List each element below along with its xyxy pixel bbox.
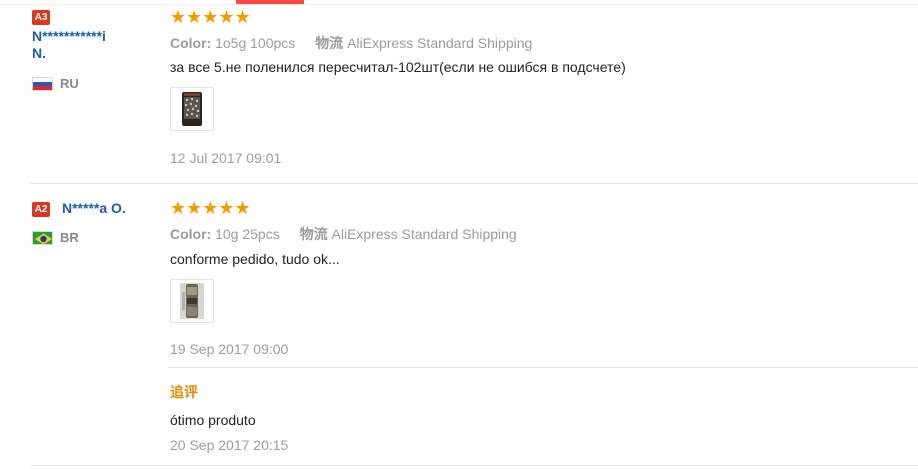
shipping-label: 物流	[315, 35, 344, 51]
buyer-country: BR	[32, 230, 79, 245]
brazil-flag-icon	[32, 230, 53, 245]
order-info: Color: 10g 25pcs 物流 AliExpress Standard …	[170, 224, 517, 244]
product-photo-image	[182, 92, 202, 126]
review-photo-thumbnail[interactable]	[170, 279, 214, 323]
shipping-value: AliExpress Standard Shipping	[347, 35, 533, 51]
review-date: 19 Sep 2017 09:00	[170, 341, 289, 357]
review-text: conforme pedido, tudo ok...	[170, 251, 340, 267]
country-code: BR	[60, 230, 79, 245]
buyer-level-badge: A2	[32, 202, 50, 217]
buyer-level-badge: A3	[32, 10, 50, 25]
country-code: RU	[60, 76, 79, 91]
order-info: Color: 1o5g 100pcs 物流 AliExpress Standar…	[170, 33, 532, 53]
star-rating: ★★★★★	[170, 198, 251, 218]
color-label: Color:	[170, 226, 212, 242]
review-item: A2 N*****a O. BR ★★★★★ Color: 10g 25pcs …	[0, 185, 918, 469]
buyer-country: RU	[32, 76, 79, 91]
review-text: за все 5.не поленился пересчитал-102шт(е…	[170, 59, 626, 75]
buyer-name[interactable]: N*****a O.	[62, 200, 126, 217]
color-value: 10g 25pcs	[215, 226, 280, 242]
review-item: A3 N***********i N. RU ★★★★★ Color: 1o5g…	[0, 0, 918, 184]
review-photo-thumbnail[interactable]	[170, 87, 214, 131]
color-label: Color:	[170, 35, 212, 51]
followup-date: 20 Sep 2017 20:15	[170, 437, 289, 453]
review-divider	[30, 183, 918, 184]
shipping-value: AliExpress Standard Shipping	[331, 226, 517, 242]
russia-flag-icon	[32, 76, 53, 91]
buyer-name[interactable]: N***********i N.	[32, 28, 106, 62]
star-rating: ★★★★★	[170, 7, 251, 27]
review-date: 12 Jul 2017 09:01	[170, 150, 282, 166]
color-value: 1o5g 100pcs	[215, 35, 296, 51]
followup-divider	[168, 367, 918, 368]
review-divider	[30, 465, 918, 466]
buyer-name-line2: N.	[32, 45, 46, 61]
followup-label: 追评	[170, 384, 198, 400]
shipping-label: 物流	[299, 226, 328, 242]
buyer-name-line1: N***********i	[32, 28, 106, 44]
feedback-page: A3 N***********i N. RU ★★★★★ Color: 1o5g…	[0, 0, 918, 469]
product-photo-image	[180, 283, 204, 319]
followup-text: ótimo produto	[170, 412, 256, 428]
